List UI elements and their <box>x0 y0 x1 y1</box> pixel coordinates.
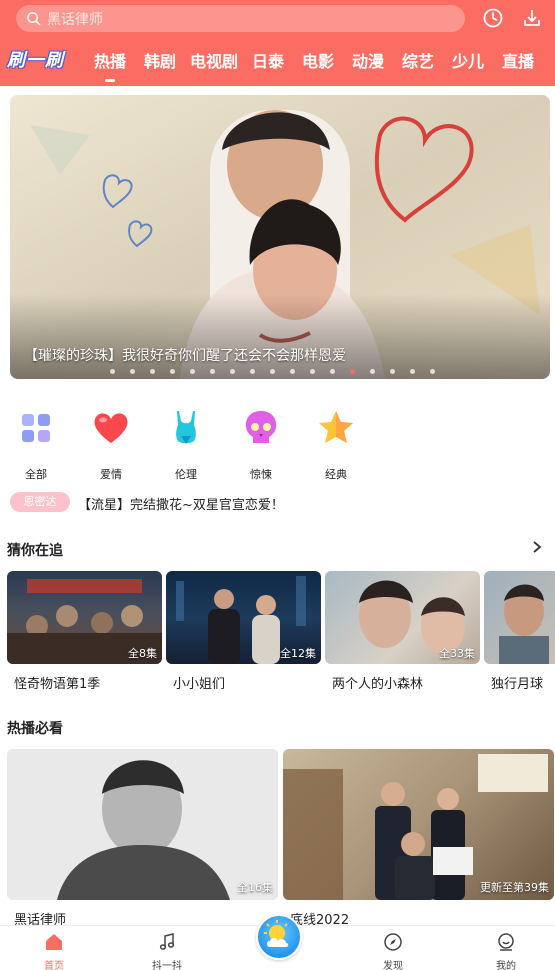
following-card[interactable]: 独行月球 <box>484 571 555 692</box>
tab-live[interactable]: 直播 <box>493 48 543 72</box>
swimsuit-icon <box>176 411 196 444</box>
home-icon <box>46 934 62 950</box>
tab-tv-series[interactable]: 电视剧 <box>185 48 243 72</box>
category-label: 爱情 <box>100 468 122 481</box>
category-romance[interactable]: 爱情 <box>86 408 136 482</box>
episode-count: 更新至第39集 <box>480 881 549 894</box>
tab-movie[interactable]: 电影 <box>293 48 343 72</box>
carousel-dot[interactable] <box>290 369 295 374</box>
nav-label: 首页 <box>44 961 64 970</box>
carousel-dot[interactable] <box>310 369 315 374</box>
category-ethics[interactable]: 伦理 <box>161 408 211 482</box>
top-header: 黑话律师 刷一刷 热播 韩剧 电视剧 日泰 电影 动漫 综艺 少儿 直播 <box>0 0 555 86</box>
carousel-dot-active[interactable] <box>350 369 355 374</box>
episode-count: 全8集 <box>128 647 157 660</box>
tab-korean[interactable]: 韩剧 <box>135 48 185 72</box>
poster-image: 全12集 <box>166 571 321 664</box>
poster-image: 更新至第39集 <box>283 749 554 900</box>
star-icon <box>319 411 353 443</box>
sun-cloud-icon <box>264 920 289 947</box>
tab-japan-thai[interactable]: 日泰 <box>243 48 293 72</box>
news-badge: 恩密达 <box>10 492 70 512</box>
nav-discover[interactable]: 发现 <box>363 932 423 970</box>
poster-image <box>484 571 555 664</box>
carousel-dot[interactable] <box>430 369 435 374</box>
history-clock-icon[interactable] <box>481 6 505 30</box>
episode-count: 全12集 <box>280 647 316 660</box>
carousel-dot[interactable] <box>130 369 135 374</box>
heart-icon <box>94 413 128 443</box>
carousel-dot[interactable] <box>370 369 375 374</box>
section-title-following: 猜你在追 <box>7 543 63 559</box>
search-placeholder: 黑话律师 <box>47 11 103 28</box>
poster-image: 全33集 <box>325 571 480 664</box>
hot-card[interactable]: 全16集 黑话律师 <box>7 749 278 928</box>
episode-count: 全16集 <box>237 881 273 894</box>
grid-icon <box>22 414 50 442</box>
carousel-dot[interactable] <box>170 369 175 374</box>
weather-sun-button[interactable] <box>256 914 302 960</box>
carousel-dot[interactable] <box>410 369 415 374</box>
carousel-dot[interactable] <box>150 369 155 374</box>
chevron-right-icon[interactable] <box>530 540 544 554</box>
following-card[interactable]: 全12集 小小姐们 <box>166 571 321 692</box>
section-title-hot: 热播必看 <box>7 721 63 737</box>
profile-icon <box>498 933 514 951</box>
carousel-dot[interactable] <box>110 369 115 374</box>
compass-icon <box>384 933 402 951</box>
carousel-dot[interactable] <box>330 369 335 374</box>
carousel-dot[interactable] <box>250 369 255 374</box>
category-thriller[interactable]: 惊悚 <box>236 408 286 482</box>
card-title: 小小姐们 <box>173 677 226 692</box>
search-bar[interactable]: 黑话律师 <box>16 5 465 32</box>
tab-hot[interactable]: 热播 <box>85 48 135 82</box>
music-note-icon <box>159 933 175 950</box>
nav-shake[interactable]: 抖一抖 <box>137 932 197 970</box>
skull-icon <box>245 411 277 443</box>
carousel-dot[interactable] <box>230 369 235 374</box>
nav-label: 我的 <box>496 961 516 970</box>
category-label: 全部 <box>25 468 47 481</box>
category-label: 经典 <box>325 468 347 481</box>
tab-variety[interactable]: 综艺 <box>393 48 443 72</box>
hot-card[interactable]: 更新至第39集 底线2022 <box>283 749 554 928</box>
news-ticker-text[interactable]: 【流星】完结撒花~双星官宣恋爱！ <box>78 494 284 513</box>
nav-profile[interactable]: 我的 <box>476 932 536 970</box>
tab-kids[interactable]: 少儿 <box>443 48 493 72</box>
category-label: 惊悚 <box>250 468 272 481</box>
card-title: 两个人的小森林 <box>332 677 424 692</box>
category-classic[interactable]: 经典 <box>311 408 361 482</box>
hero-banner[interactable]: 【璀璨的珍珠】我很好奇你们醒了还会不会那样恩爱 <box>10 95 550 379</box>
episode-count: 全33集 <box>439 647 475 660</box>
nav-label: 发现 <box>383 961 403 970</box>
following-card[interactable]: 全8集 怪奇物语第1季 <box>7 571 162 692</box>
tab-anime[interactable]: 动漫 <box>343 48 393 72</box>
following-card[interactable]: 全33集 两个人的小森林 <box>325 571 480 692</box>
poster-image: 全16集 <box>7 749 278 900</box>
nav-label: 抖一抖 <box>152 961 182 970</box>
category-tabs: 热播 韩剧 电视剧 日泰 电影 动漫 综艺 少儿 直播 <box>85 48 543 82</box>
carousel-dot[interactable] <box>190 369 195 374</box>
carousel-dot[interactable] <box>210 369 215 374</box>
carousel-dots <box>110 369 450 374</box>
nav-home[interactable]: 首页 <box>24 932 84 970</box>
banner-caption: 【璀璨的珍珠】我很好奇你们醒了还会不会那样恩爱 <box>24 348 346 364</box>
category-label: 伦理 <box>175 468 197 481</box>
banner-image <box>10 95 550 379</box>
category-all[interactable]: 全部 <box>11 408 61 482</box>
app-logo[interactable]: 刷一刷 <box>7 46 71 71</box>
card-title: 怪奇物语第1季 <box>14 677 101 692</box>
search-icon <box>27 12 41 26</box>
carousel-dot[interactable] <box>390 369 395 374</box>
carousel-dot[interactable] <box>270 369 275 374</box>
poster-image: 全8集 <box>7 571 162 664</box>
card-title: 独行月球 <box>491 677 544 692</box>
download-icon[interactable] <box>520 6 544 30</box>
